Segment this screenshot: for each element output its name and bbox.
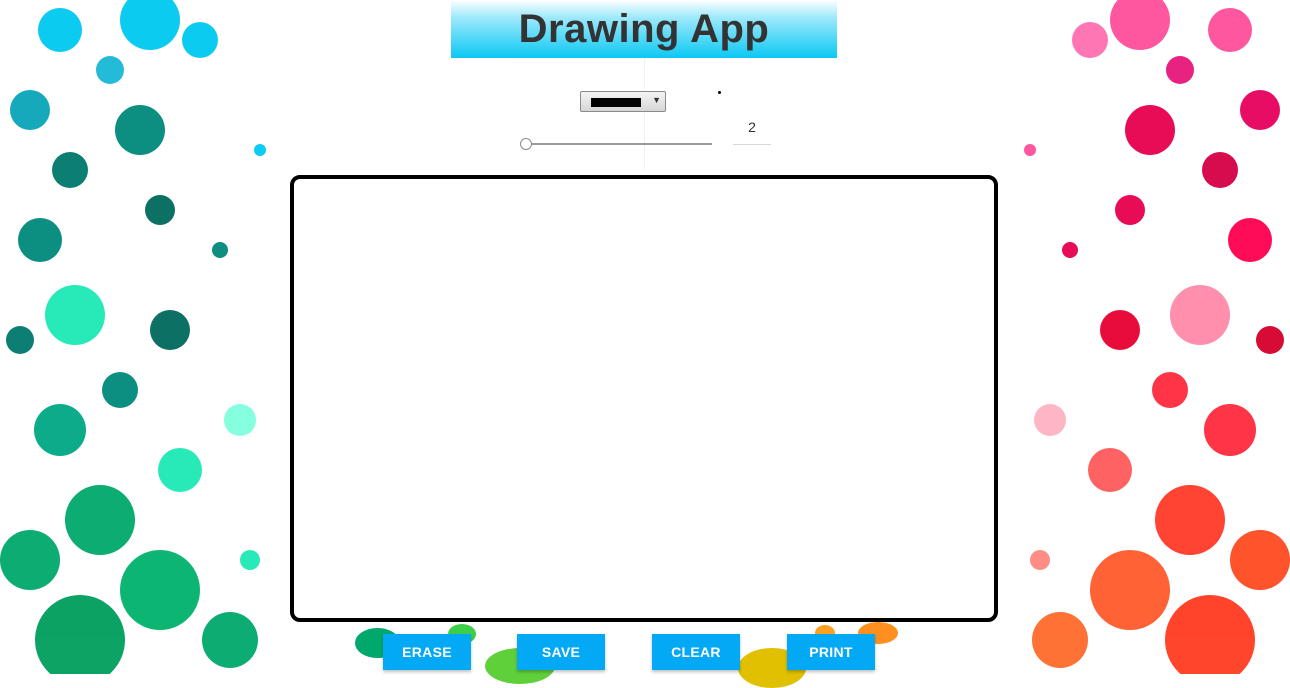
drawing-canvas[interactable] [290,175,998,622]
slider-track [526,143,712,145]
splash-right-graphic [1024,0,1290,674]
print-button[interactable]: PRINT [787,634,875,670]
paint-splash-right [990,0,1290,674]
color-swatch [591,98,641,107]
color-picker[interactable]: ▼ [580,91,666,112]
brush-size-value[interactable]: 2 [733,118,771,145]
slider-thumb[interactable] [520,138,532,150]
paint-splash-left [0,0,300,674]
erase-button[interactable]: ERASE [383,634,471,670]
save-button[interactable]: SAVE [517,634,605,670]
app-header: Drawing App [451,0,837,58]
clear-button[interactable]: CLEAR [652,634,740,670]
dropdown-arrow-icon: ▼ [652,95,661,105]
app-title: Drawing App [518,6,770,51]
brush-preview-dot [718,91,721,94]
divider-line [644,58,645,170]
brush-size-slider[interactable] [520,137,712,151]
splash-left-graphic [0,0,266,674]
